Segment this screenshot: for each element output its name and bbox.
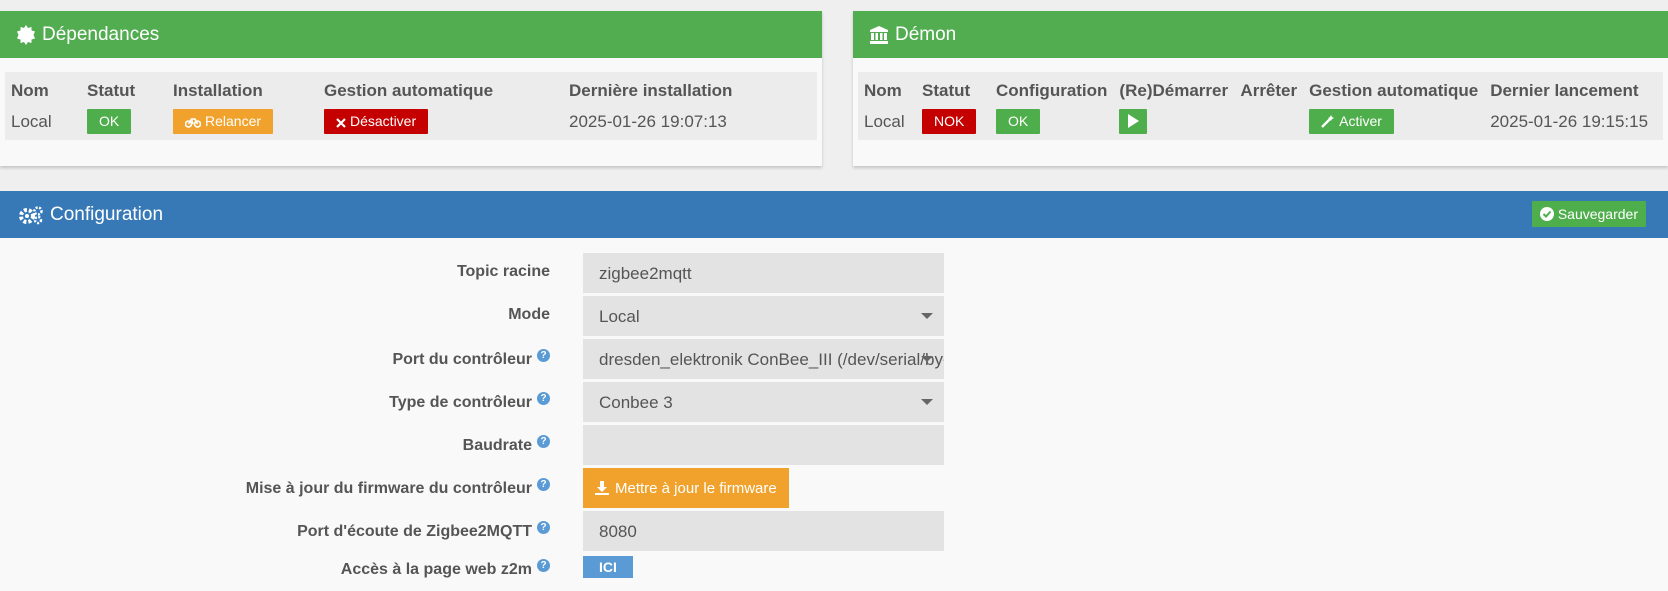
table-row: Local OK Relancer Désactiver 2025-01-26 …	[5, 109, 817, 140]
type-label-text: Type de contrôleur	[389, 394, 532, 411]
baudrate-label: Baudrate?	[463, 435, 550, 455]
listen-port-label-text: Port d'écoute de Zigbee2MQTT	[297, 523, 532, 540]
daemon-name: Local	[858, 109, 916, 140]
check-circle-icon	[1539, 207, 1554, 221]
dependencies-table: Nom Statut Installation Gestion automati…	[5, 72, 817, 140]
table-row: Local NOK OK Activer 2025-01-26 19:15:15	[858, 109, 1663, 140]
daemon-last-launch: 2025-01-26 19:15:15	[1484, 109, 1663, 140]
type-label: Type de contrôleur?	[389, 392, 550, 412]
update-firmware-label: Mettre à jour le firmware	[615, 479, 777, 497]
topic-input[interactable]: zigbee2mqtt	[583, 253, 944, 293]
open-webpage-button[interactable]: ICI	[583, 556, 633, 578]
form-row-mode: Mode Local	[0, 296, 1668, 336]
cogs-icon	[18, 205, 44, 225]
col-header: (Re)Démarrer	[1113, 72, 1235, 109]
topic-label: Topic racine	[457, 263, 550, 281]
form-row-port: Port du contrôleur? dresden_elektronik C…	[0, 339, 1668, 379]
help-icon[interactable]: ?	[537, 478, 550, 491]
deactivate-label: Désactiver	[350, 113, 417, 129]
help-icon[interactable]: ?	[537, 521, 550, 534]
download-icon	[595, 481, 609, 495]
daemon-table: Nom Statut Configuration (Re)Démarrer Ar…	[858, 72, 1663, 140]
save-button[interactable]: Sauvegarder	[1531, 201, 1646, 227]
firmware-label: Mise à jour du firmware du contrôleur?	[246, 478, 550, 498]
col-header: Gestion automatique	[1303, 72, 1485, 109]
update-firmware-button[interactable]: Mettre à jour le firmware	[583, 468, 789, 508]
webpage-label-text: Accès à la page web z2m	[340, 561, 532, 578]
play-icon	[1128, 114, 1140, 128]
form-row-listen-port: Port d'écoute de Zigbee2MQTT? 8080	[0, 511, 1668, 551]
firmware-label-text: Mise à jour du firmware du contrôleur	[245, 480, 532, 497]
relaunch-label: Relancer	[205, 113, 262, 129]
dep-status-badge: OK	[87, 109, 132, 134]
daemon-title: Démon	[895, 23, 957, 45]
col-header: Dernier lancement	[1484, 72, 1663, 109]
type-select[interactable]: Conbee 3	[583, 382, 944, 422]
form-row-webpage: Accès à la page web z2m? ICI	[0, 554, 1668, 591]
col-header: Nom	[5, 72, 81, 109]
daemon-header: Démon	[853, 11, 1668, 58]
deactivate-button[interactable]: Désactiver	[324, 109, 429, 134]
configuration-title: Configuration	[50, 203, 164, 225]
baudrate-input[interactable]	[583, 425, 944, 465]
col-header: Statut	[81, 72, 167, 109]
mode-label: Mode	[508, 306, 550, 324]
port-select[interactable]: dresden_elektronik ConBee_III (/dev/seri…	[583, 339, 944, 379]
activate-label: Activer	[1339, 113, 1382, 129]
dep-last-install: 2025-01-26 19:07:13	[563, 109, 817, 140]
bank-icon	[869, 25, 889, 45]
start-daemon-button[interactable]	[1119, 109, 1148, 134]
dependencies-header: Dépendances	[0, 11, 822, 58]
daemon-status-badge: NOK	[922, 109, 977, 134]
form-row-topic: Topic racine zigbee2mqtt	[0, 253, 1668, 293]
activate-button[interactable]: Activer	[1309, 109, 1394, 134]
col-header: Installation	[167, 72, 318, 109]
col-header: Dernière installation	[563, 72, 817, 109]
relaunch-button[interactable]: Relancer	[173, 109, 274, 134]
daemon-config-badge: OK	[996, 109, 1041, 134]
col-header: Configuration	[990, 72, 1114, 109]
port-label-text: Port du contrôleur	[392, 351, 532, 368]
stop-cell	[1234, 109, 1304, 140]
dependencies-panel: Dépendances Nom Statut Installation Gest…	[0, 11, 822, 166]
webpage-label: Accès à la page web z2m?	[341, 559, 550, 579]
col-header: Gestion automatique	[318, 72, 563, 109]
dependencies-title: Dépendances	[42, 23, 160, 45]
col-header: Statut	[916, 72, 990, 109]
listen-port-input[interactable]: 8080	[583, 511, 944, 551]
form-row-firmware: Mise à jour du firmware du contrôleur? M…	[0, 468, 1668, 508]
certificate-icon	[16, 24, 36, 45]
help-icon[interactable]: ?	[537, 349, 550, 362]
help-icon[interactable]: ?	[537, 392, 550, 405]
configuration-header: Configuration Sauvegarder	[0, 191, 1668, 238]
baudrate-label-text: Baudrate	[462, 437, 532, 454]
mode-label-text: Mode	[508, 306, 550, 323]
form-row-type: Type de contrôleur? Conbee 3	[0, 382, 1668, 422]
magic-icon	[1321, 115, 1335, 128]
help-icon[interactable]: ?	[537, 435, 550, 448]
times-icon	[336, 118, 346, 128]
bicycle-icon	[184, 118, 202, 128]
help-icon[interactable]: ?	[537, 559, 550, 572]
col-header: Nom	[858, 72, 916, 109]
topic-label-text: Topic racine	[456, 263, 550, 280]
save-label: Sauvegarder	[1557, 206, 1638, 222]
dep-name: Local	[5, 109, 81, 140]
port-label: Port du contrôleur?	[392, 349, 550, 369]
daemon-panel: Démon Nom Statut Configuration (Re)Démar…	[853, 11, 1668, 166]
configuration-panel: Configuration Sauvegarder Topic racine z…	[0, 191, 1668, 591]
form-row-baudrate: Baudrate?	[0, 425, 1668, 465]
mode-select[interactable]: Local	[583, 296, 944, 336]
listen-port-label: Port d'écoute de Zigbee2MQTT?	[297, 521, 550, 541]
col-header: Arrêter	[1234, 72, 1304, 109]
